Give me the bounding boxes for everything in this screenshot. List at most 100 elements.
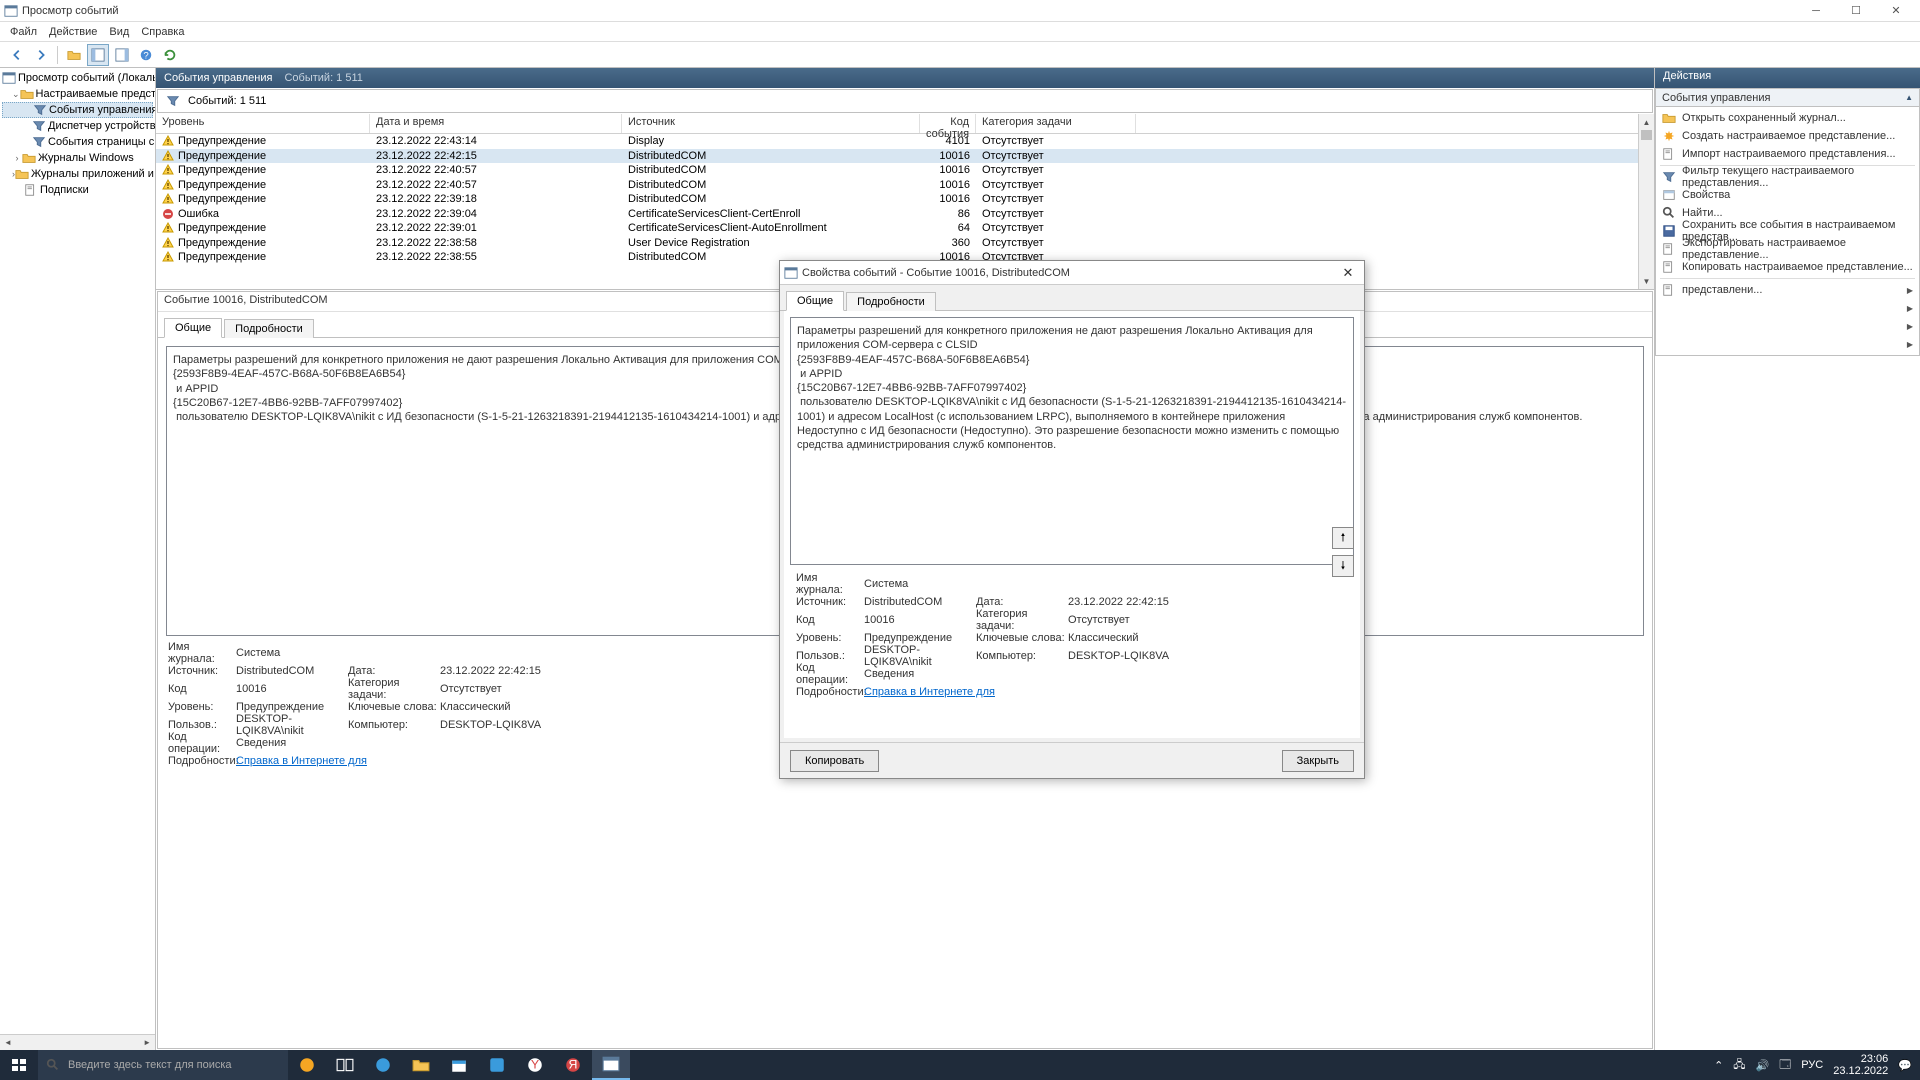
- tree-item-page-events[interactable]: События страницы сво: [48, 136, 156, 148]
- actions-pane-toggle[interactable]: [111, 44, 133, 66]
- task-view-button[interactable]: [326, 1050, 364, 1080]
- taskbar-explorer[interactable]: [402, 1050, 440, 1080]
- folder-icon: [22, 151, 36, 165]
- taskbar[interactable]: Введите здесь текст для поиска Y Я ⌃ 🖧 🔊…: [0, 1050, 1920, 1080]
- tree-item-admin-events[interactable]: События управления: [49, 104, 156, 116]
- action-item[interactable]: Копировать настраиваемое представление..…: [1656, 258, 1919, 276]
- action-item[interactable]: ▶: [1656, 299, 1919, 317]
- refresh-button[interactable]: [159, 44, 181, 66]
- action-item[interactable]: Создать настраиваемое представление...: [1656, 127, 1919, 145]
- taskbar-event-viewer[interactable]: [592, 1050, 630, 1080]
- table-row[interactable]: Предупреждение23.12.2022 22:39:01Certifi…: [156, 221, 1654, 236]
- center-title: События управления: [164, 72, 272, 84]
- svg-text:Я: Я: [569, 1057, 578, 1071]
- col-task[interactable]: Категория задачи: [976, 114, 1136, 133]
- table-row[interactable]: Предупреждение23.12.2022 22:40:57Distrib…: [156, 178, 1654, 193]
- folder-icon: [20, 87, 34, 101]
- table-row[interactable]: Предупреждение23.12.2022 22:38:58User De…: [156, 236, 1654, 251]
- help-link[interactable]: Справка в Интернете для: [236, 755, 367, 767]
- action-item[interactable]: Импорт настраиваемого представления...: [1656, 145, 1919, 163]
- tree-item-device-mgr[interactable]: Диспетчер устройств - /: [48, 120, 156, 132]
- dialog-icon: [784, 266, 798, 280]
- close-dialog-button[interactable]: Закрыть: [1282, 750, 1354, 772]
- menu-action[interactable]: Действие: [43, 26, 103, 38]
- window-title: Просмотр событий: [22, 5, 1796, 17]
- nav-forward-button[interactable]: [30, 44, 52, 66]
- tree-windows-logs[interactable]: Журналы Windows: [38, 152, 134, 164]
- menu-file[interactable]: Файл: [4, 26, 43, 38]
- funnel-icon: [166, 94, 180, 108]
- minimize-button[interactable]: ─: [1796, 0, 1836, 22]
- action-item[interactable]: представлени...▶: [1656, 281, 1919, 299]
- table-row[interactable]: Предупреждение23.12.2022 22:39:18Distrib…: [156, 192, 1654, 207]
- tree-hscrollbar[interactable]: ◄►: [0, 1034, 155, 1050]
- taskbar-search[interactable]: Введите здесь текст для поиска: [38, 1050, 288, 1080]
- navigation-tree[interactable]: Просмотр событий (Локальны ⌄Настраиваемы…: [0, 68, 156, 1050]
- dialog-tab-general[interactable]: Общие: [786, 291, 844, 311]
- center-count: Событий: 1 511: [284, 72, 362, 84]
- funnel-icon: [33, 103, 47, 117]
- taskbar-app-3[interactable]: Y: [516, 1050, 554, 1080]
- taskbar-app-4[interactable]: Я: [554, 1050, 592, 1080]
- action-item[interactable]: ▶: [1656, 335, 1919, 353]
- action-item[interactable]: Фильтр текущего настраиваемого представл…: [1656, 168, 1919, 186]
- action-item[interactable]: Открыть сохраненный журнал...: [1656, 109, 1919, 127]
- table-row[interactable]: Предупреждение23.12.2022 22:42:15Distrib…: [156, 149, 1654, 164]
- dialog-help-link[interactable]: Справка в Интернете для: [864, 686, 995, 698]
- notifications-icon[interactable]: 💬: [1898, 1059, 1912, 1072]
- actions-subtitle: События управления▲: [1655, 88, 1920, 107]
- start-button[interactable]: [0, 1050, 38, 1080]
- col-level[interactable]: Уровень: [156, 114, 370, 133]
- prev-event-button[interactable]: 🠕: [1332, 527, 1354, 549]
- maximize-button[interactable]: ☐: [1836, 0, 1876, 22]
- action-item[interactable]: ▶: [1656, 317, 1919, 335]
- filter-bar: Событий: 1 511: [157, 89, 1653, 113]
- dialog-tab-details[interactable]: Подробности: [846, 292, 936, 311]
- dialog-title-bar[interactable]: Свойства событий - Событие 10016, Distri…: [780, 261, 1364, 285]
- tray-network-icon[interactable]: 🖧: [1733, 1056, 1745, 1075]
- system-tray[interactable]: ⌃ 🖧 🔊 🗔 РУС 23:06 23.12.2022 💬: [1706, 1053, 1920, 1077]
- col-source[interactable]: Источник: [622, 114, 920, 133]
- folder-icon: [15, 167, 29, 181]
- tree-subscriptions[interactable]: Подписки: [40, 184, 89, 196]
- taskbar-store[interactable]: [440, 1050, 478, 1080]
- copy-button[interactable]: Копировать: [790, 750, 879, 772]
- help-button[interactable]: [135, 44, 157, 66]
- app-icon: [4, 4, 18, 18]
- nav-back-button[interactable]: [6, 44, 28, 66]
- taskbar-app-2[interactable]: [478, 1050, 516, 1080]
- grid-vscrollbar[interactable]: ▲ ▼: [1638, 114, 1654, 289]
- tree-custom-views[interactable]: Настраиваемые представлен: [36, 88, 156, 100]
- open-folder-button[interactable]: [63, 44, 85, 66]
- search-placeholder: Введите здесь текст для поиска: [68, 1059, 232, 1071]
- dialog-description[interactable]: Параметры разрешений для конкретного при…: [790, 317, 1354, 565]
- menu-view[interactable]: Вид: [103, 26, 135, 38]
- tray-lang[interactable]: РУС: [1801, 1059, 1823, 1071]
- tray-clock[interactable]: 23:06 23.12.2022: [1833, 1053, 1888, 1077]
- menu-help[interactable]: Справка: [135, 26, 190, 38]
- next-event-button[interactable]: 🠗: [1332, 555, 1354, 577]
- table-row[interactable]: Ошибка23.12.2022 22:39:04CertificateServ…: [156, 207, 1654, 222]
- center-header: События управления Событий: 1 511: [156, 68, 1654, 88]
- dialog-close-button[interactable]: ✕: [1336, 265, 1360, 281]
- svg-text:Y: Y: [531, 1057, 539, 1071]
- tab-general[interactable]: Общие: [164, 318, 222, 338]
- tab-details[interactable]: Подробности: [224, 319, 314, 338]
- taskbar-app-1[interactable]: [288, 1050, 326, 1080]
- action-item[interactable]: Экспортировать настраиваемое представлен…: [1656, 240, 1919, 258]
- grid-header[interactable]: Уровень Дата и время Источник Код событи…: [156, 114, 1654, 134]
- tray-battery-icon[interactable]: 🗔: [1779, 1056, 1791, 1075]
- col-date[interactable]: Дата и время: [370, 114, 622, 133]
- col-id[interactable]: Код события: [920, 114, 976, 133]
- tree-pane-toggle[interactable]: [87, 44, 109, 66]
- log-icon: [24, 183, 38, 197]
- actions-header: Действия: [1655, 68, 1920, 88]
- tray-chevron-icon[interactable]: ⌃: [1714, 1059, 1723, 1072]
- table-row[interactable]: Предупреждение23.12.2022 22:43:14Display…: [156, 134, 1654, 149]
- tray-volume-icon[interactable]: 🔊: [1756, 1059, 1770, 1072]
- table-row[interactable]: Предупреждение23.12.2022 22:40:57Distrib…: [156, 163, 1654, 178]
- tree-root[interactable]: Просмотр событий (Локальны: [18, 72, 156, 84]
- taskbar-edge[interactable]: [364, 1050, 402, 1080]
- close-button[interactable]: ✕: [1876, 0, 1916, 22]
- tree-app-logs[interactable]: Журналы приложений и сл: [31, 168, 156, 180]
